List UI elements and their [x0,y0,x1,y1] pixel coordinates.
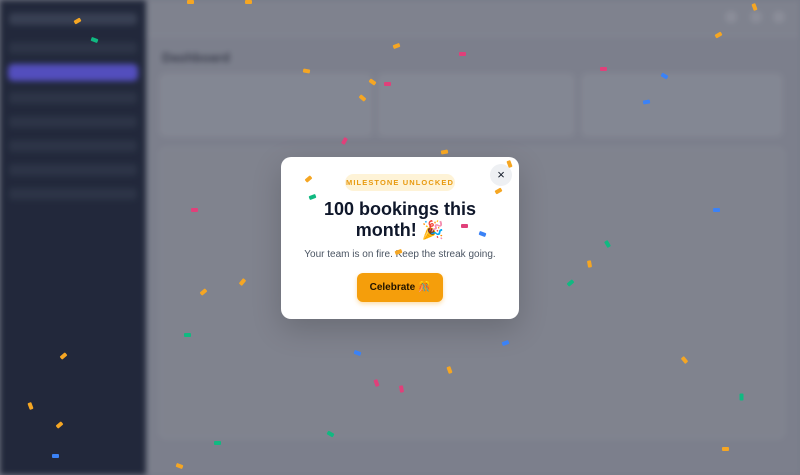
confetti-piece [245,0,252,4]
confetti-piece [214,441,221,445]
confetti-piece [459,52,466,56]
confetti-piece [187,0,194,4]
milestone-badge: MILESTONE UNLOCKED [345,174,455,191]
confetti-piece [52,454,59,458]
modal-title: 100 bookings this month! 🎉 [323,199,477,240]
confetti-piece [461,224,468,228]
confetti-piece [722,447,729,451]
milestone-modal: MILESTONE UNLOCKED × 100 bookings this m… [281,157,519,319]
confetti-piece [184,333,191,337]
confetti-piece [191,208,198,212]
confetti-piece [713,208,720,212]
celebrate-button[interactable]: Celebrate 🎊 [357,273,443,302]
confetti-piece [384,82,391,86]
confetti-piece [739,393,744,401]
confetti-piece [600,67,607,71]
